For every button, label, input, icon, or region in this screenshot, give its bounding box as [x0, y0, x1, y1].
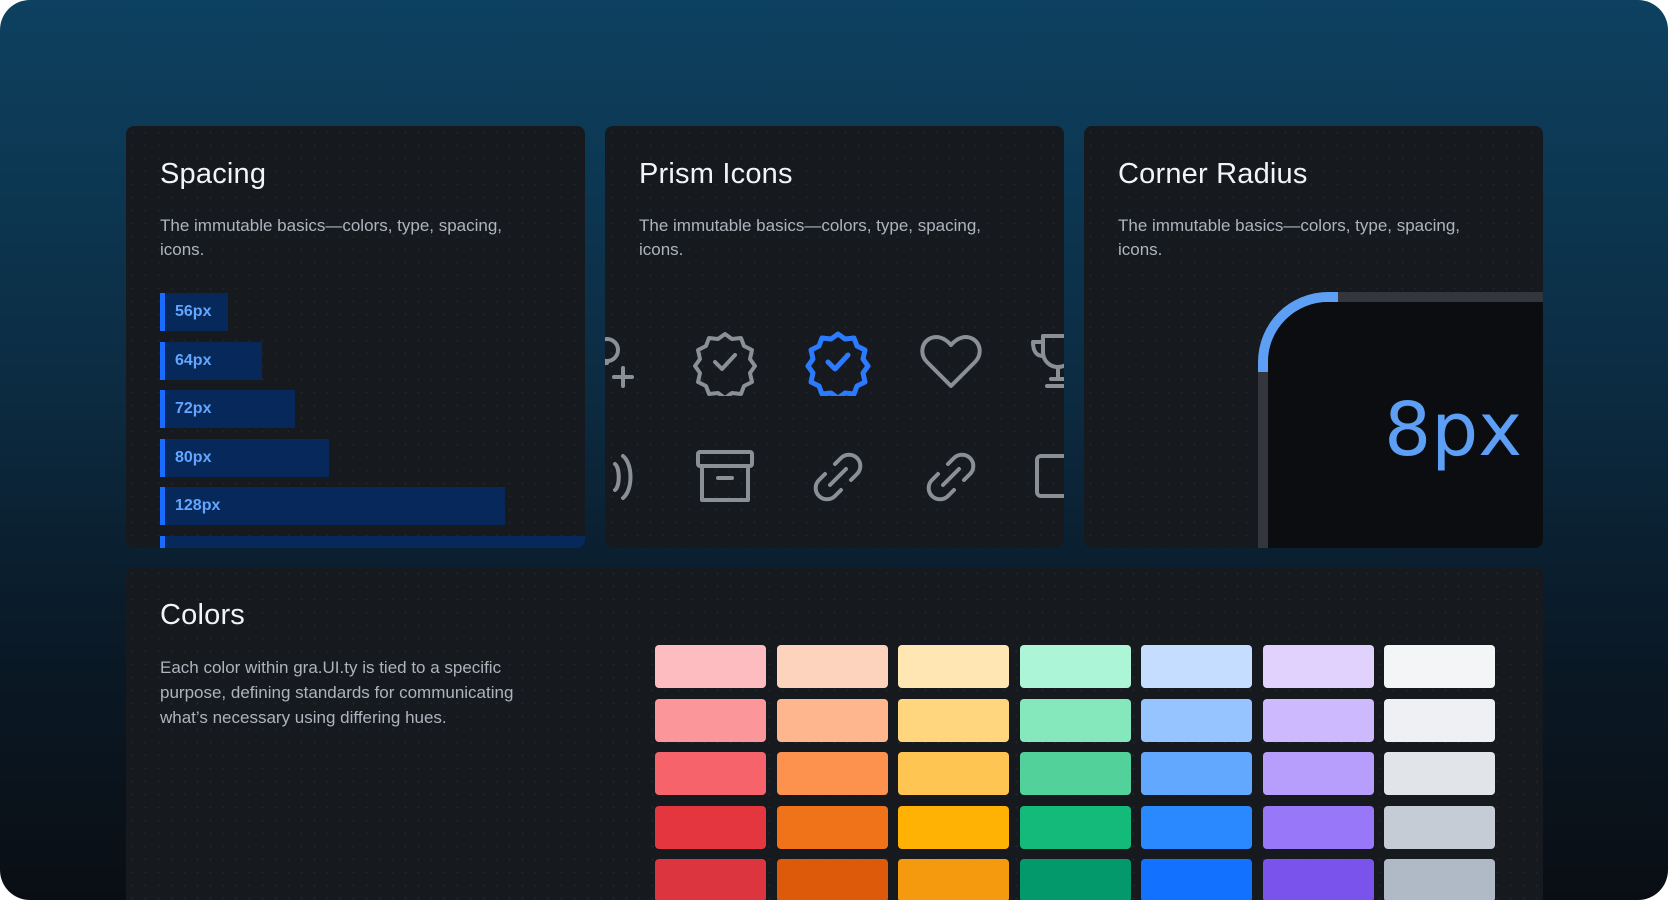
sound-icon[interactable] [605, 442, 645, 512]
color-swatch[interactable] [1384, 859, 1495, 900]
verified-badge-icon[interactable] [690, 326, 760, 396]
color-swatch[interactable] [1262, 859, 1374, 900]
spacing-bar [160, 535, 585, 548]
color-swatch[interactable] [898, 645, 1009, 688]
color-swatch[interactable] [1384, 698, 1495, 742]
spacing-card: Spacing The immutable basics—colors, typ… [126, 126, 585, 548]
color-swatch[interactable] [655, 752, 766, 795]
color-swatch[interactable] [655, 805, 766, 849]
color-swatch[interactable] [776, 805, 888, 849]
square-icon[interactable] [1029, 442, 1064, 512]
archive-icon[interactable] [690, 442, 760, 512]
color-swatch[interactable] [1141, 805, 1252, 849]
color-swatch[interactable] [1019, 859, 1131, 900]
verified-badge-selected-icon[interactable] [803, 326, 873, 396]
color-swatch[interactable] [1262, 645, 1374, 688]
color-swatch[interactable] [1384, 752, 1495, 795]
color-swatch[interactable] [1019, 698, 1131, 742]
heart-icon[interactable] [916, 326, 986, 396]
spacing-description: The immutable basics—colors, type, spaci… [160, 216, 503, 259]
color-swatch[interactable] [776, 645, 888, 688]
icons-card: Prism Icons The immutable basics—colors,… [605, 126, 1064, 548]
spacing-bar: 56px [160, 293, 228, 331]
color-swatch[interactable] [1262, 698, 1374, 742]
color-swatch[interactable] [776, 698, 888, 742]
color-swatch[interactable] [655, 645, 766, 688]
color-swatch[interactable] [1141, 859, 1252, 900]
trophy-icon[interactable] [1023, 326, 1064, 396]
color-swatch[interactable] [1141, 645, 1252, 688]
color-swatch[interactable] [776, 752, 888, 795]
link-icon[interactable] [803, 442, 873, 512]
color-swatch[interactable] [1141, 698, 1252, 742]
radius-description: The immutable basics—colors, type, spaci… [1118, 216, 1461, 259]
spacing-bar: 128px [160, 487, 505, 525]
icons-title: Prism Icons [639, 158, 793, 190]
color-swatch[interactable] [1141, 752, 1252, 795]
color-swatch[interactable] [1384, 805, 1495, 849]
color-swatch[interactable] [776, 859, 888, 900]
radius-value: 8px [1384, 387, 1522, 473]
color-swatch[interactable] [898, 752, 1009, 795]
colors-description: Each color within gra.UI.ty is tied to a… [160, 658, 514, 727]
color-swatch[interactable] [898, 805, 1009, 849]
color-swatch[interactable] [655, 859, 766, 900]
color-swatch[interactable] [1262, 752, 1374, 795]
spacing-title: Spacing [160, 158, 267, 190]
icons-description: The immutable basics—colors, type, spaci… [639, 216, 982, 259]
color-swatch[interactable] [1019, 805, 1131, 849]
radius-card: Corner Radius The immutable basics—color… [1084, 126, 1543, 548]
spacing-bar: 72px [160, 390, 295, 428]
color-swatch[interactable] [898, 859, 1009, 900]
radius-title: Corner Radius [1118, 158, 1308, 190]
user-add-icon[interactable] [605, 326, 653, 396]
color-swatch[interactable] [655, 698, 766, 742]
spacing-bar: 80px [160, 438, 329, 477]
colors-title: Colors [160, 599, 245, 631]
color-swatch[interactable] [1384, 645, 1495, 688]
color-swatch[interactable] [1262, 805, 1374, 849]
colors-card: Colors Each color within gra.UI.ty is ti… [126, 567, 1543, 900]
showcase-frame: Spacing The immutable basics—colors, typ… [0, 0, 1668, 900]
link-icon[interactable] [916, 442, 986, 512]
spacing-bar: 64px [160, 341, 262, 380]
color-swatch[interactable] [1019, 645, 1131, 688]
color-swatch[interactable] [1019, 752, 1131, 795]
color-swatch[interactable] [898, 698, 1009, 742]
